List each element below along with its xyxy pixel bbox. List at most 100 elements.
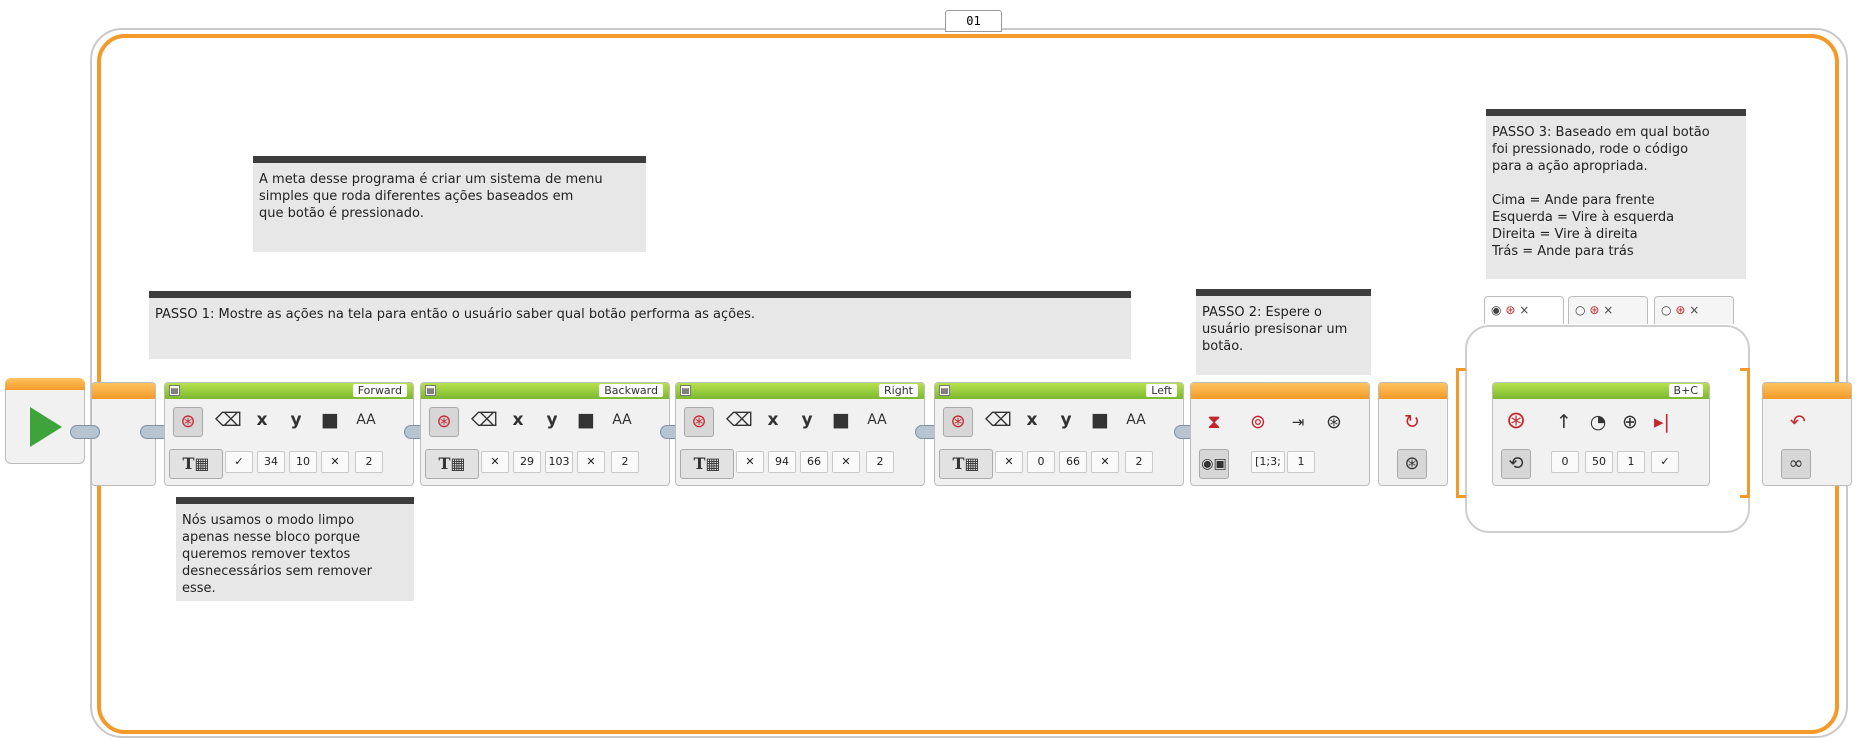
move-rotations-value[interactable]: 1 [1617, 451, 1645, 473]
font-value[interactable]: 2 [1125, 451, 1153, 473]
comment-step2[interactable]: PASSO 2: Espere o usuário presisonar um … [1196, 289, 1371, 375]
font-size-label: AA [1126, 412, 1146, 428]
invert-value[interactable]: ✕ [321, 451, 349, 473]
display-block-icon: ▤ [939, 385, 950, 396]
y-label: y [546, 410, 558, 430]
tab-close[interactable]: × [1519, 303, 1529, 317]
brake-icon: ▸| [1654, 411, 1670, 433]
text-mode-selector[interactable]: T▦ [939, 449, 993, 479]
loop-infinity-icon[interactable]: ∞ [1781, 449, 1811, 479]
eraser-icon: ⌫ [726, 409, 753, 431]
brick-mode-icon[interactable]: ◉▣ [1199, 449, 1229, 479]
y-label: y [1060, 410, 1072, 430]
display-block-icon: ▤ [425, 385, 436, 396]
font-size-label: AA [356, 412, 376, 428]
brick-button-icon: ⊛ [1589, 303, 1600, 317]
display-block-title[interactable]: Backward [599, 384, 663, 397]
wait-state-value[interactable]: 1 [1287, 451, 1315, 473]
text-mode-selector[interactable]: T▦ [680, 449, 734, 479]
loop-id-label[interactable]: 01 [945, 10, 1002, 32]
font-value[interactable]: 2 [611, 451, 639, 473]
clear-screen-value[interactable]: ✓ [225, 451, 253, 473]
play-icon[interactable] [30, 407, 62, 447]
x-value[interactable]: 29 [513, 451, 541, 473]
case-radio-icon[interactable]: ○ [1575, 303, 1585, 317]
comment-step3[interactable]: PASSO 3: Baseado em qual botão foi press… [1486, 109, 1746, 279]
start-block-header [5, 378, 85, 390]
brick-button-icon[interactable]: ⊚ [1245, 409, 1271, 435]
display-block-title[interactable]: Forward [352, 384, 407, 397]
display-block-2[interactable]: ▤ Right ⊛ ⌫ x y ■ AA T▦ ✕ 94 66 ✕ 2 [675, 382, 925, 486]
y-value[interactable]: 66 [800, 451, 828, 473]
switch-case-tab-1[interactable]: ○ ⊛ × [1568, 296, 1648, 324]
case-radio-icon[interactable]: ◉ [1491, 303, 1501, 317]
text-mode-selector[interactable]: T▦ [169, 449, 223, 479]
eraser-icon: ⌫ [985, 409, 1012, 431]
rotations-icon: ⊕ [1622, 411, 1638, 433]
y-label: y [801, 410, 813, 430]
move-ports-label[interactable]: B+C [1668, 384, 1703, 397]
display-block-0[interactable]: ▤ Forward ⊛ ⌫ x y ■ AA T▦ ✓ 34 10 ✕ 2 [164, 382, 414, 486]
switch-bracket-left [1456, 368, 1466, 498]
x-label: x [767, 410, 779, 430]
move-power-value[interactable]: 50 [1585, 451, 1613, 473]
display-block-title[interactable]: Left [1146, 384, 1177, 397]
invert-value[interactable]: ✕ [1091, 451, 1119, 473]
switch-bracket-right [1740, 368, 1750, 498]
x-value[interactable]: 0 [1027, 451, 1055, 473]
display-block-icon: ▤ [680, 385, 691, 396]
x-value[interactable]: 34 [257, 451, 285, 473]
move-steering-block[interactable]: B+C ⊛ ↑ ◔ ⊕ ▸| ⟲ 0 50 1 ✓ [1492, 382, 1710, 486]
loop-back-icon: ↶ [1790, 411, 1806, 433]
x-label: x [256, 410, 268, 430]
wire-connector [70, 425, 100, 439]
wait-buttons-value[interactable]: [1;3; [1251, 451, 1285, 473]
x-value[interactable]: 94 [768, 451, 796, 473]
text-mode-selector[interactable]: T▦ [425, 449, 479, 479]
move-brake-value[interactable]: ✓ [1651, 451, 1679, 473]
steering-direction-icon: ↑ [1556, 411, 1572, 433]
clear-screen-value[interactable]: ✕ [481, 451, 509, 473]
switch-case-tab-2[interactable]: ○ ⊛ × [1654, 296, 1734, 324]
invert-color-icon: ■ [832, 409, 850, 431]
case-radio-icon[interactable]: ○ [1661, 303, 1671, 317]
invert-color-icon: ■ [321, 409, 339, 431]
display-block-3[interactable]: ▤ Left ⊛ ⌫ x y ■ AA T▦ ✕ 0 66 ✕ 2 [934, 382, 1184, 486]
invert-color-icon: ■ [577, 409, 595, 431]
font-value[interactable]: 2 [355, 451, 383, 473]
comment-clear-note[interactable]: Nós usamos o modo limpo apenas nesse blo… [176, 497, 414, 601]
invert-value[interactable]: ✕ [577, 451, 605, 473]
move-mode-icon[interactable]: ⟲ [1501, 449, 1531, 479]
display-mode-icon[interactable]: ⊛ [684, 407, 714, 437]
y-value[interactable]: 10 [289, 451, 317, 473]
x-label: x [1026, 410, 1038, 430]
display-block-title[interactable]: Right [879, 384, 918, 397]
y-value[interactable]: 66 [1059, 451, 1087, 473]
display-mode-icon[interactable]: ⊛ [173, 407, 203, 437]
brick-button-icon: ⊛ [1675, 303, 1686, 317]
display-block-1[interactable]: ▤ Backward ⊛ ⌫ x y ■ AA T▦ ✕ 29 103 ✕ 2 [420, 382, 670, 486]
switch-mode-icon[interactable]: ⊛ [1397, 449, 1427, 479]
x-label: x [512, 410, 524, 430]
clear-screen-value[interactable]: ✕ [736, 451, 764, 473]
display-mode-icon[interactable]: ⊛ [429, 407, 459, 437]
clear-screen-value[interactable]: ✕ [995, 451, 1023, 473]
eraser-icon: ⌫ [215, 409, 242, 431]
loop-end-block[interactable]: ↶ ∞ [1762, 382, 1852, 486]
comment-intro[interactable]: A meta desse programa é criar um sistema… [253, 156, 646, 252]
display-mode-icon[interactable]: ⊛ [943, 407, 973, 437]
y-label: y [290, 410, 302, 430]
font-value[interactable]: 2 [866, 451, 894, 473]
eraser-icon: ⌫ [471, 409, 498, 431]
hourglass-icon: ⧗ [1207, 411, 1221, 433]
switch-case-tab-0[interactable]: ◉ ⊛ × [1484, 296, 1564, 324]
brick-button-icon: ⊛ [1326, 411, 1342, 433]
comment-step1[interactable]: PASSO 1: Mostre as ações na tela para en… [149, 291, 1131, 359]
wait-brick-button-block[interactable]: ⧗ ⊚ ⇥ ⊛ ◉▣ [1;3; 1 [1190, 382, 1370, 486]
tab-close[interactable]: × [1603, 303, 1613, 317]
switch-selector-block[interactable]: ↻ ⊛ [1378, 382, 1448, 486]
tab-close[interactable]: × [1689, 303, 1699, 317]
move-steering-value[interactable]: 0 [1551, 451, 1579, 473]
y-value[interactable]: 103 [545, 451, 573, 473]
invert-value[interactable]: ✕ [832, 451, 860, 473]
